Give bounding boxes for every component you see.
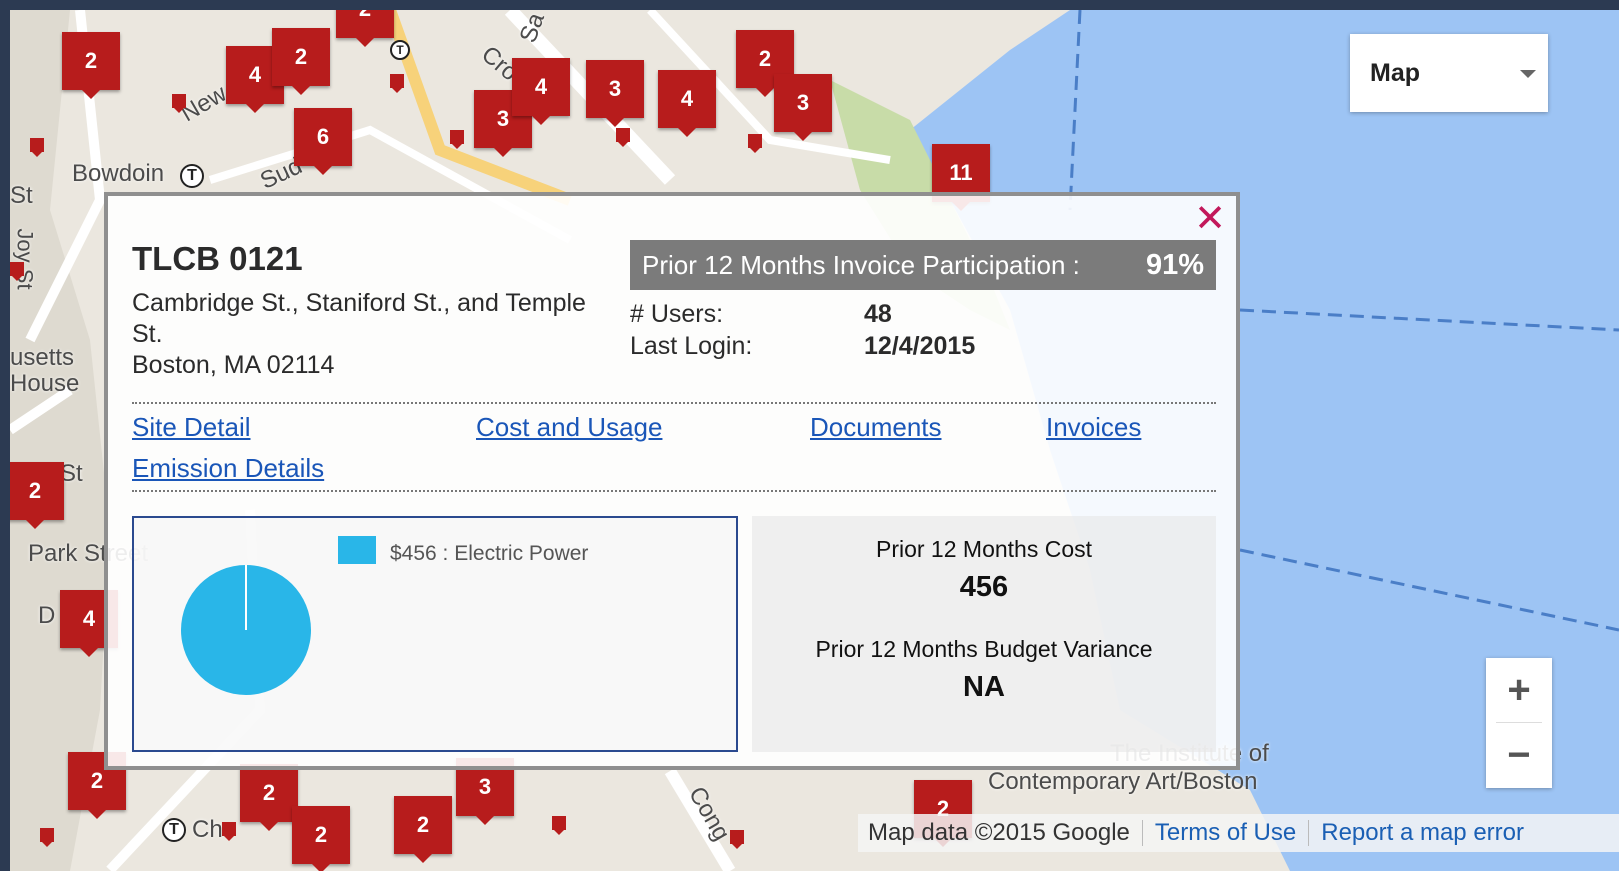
users-row: # Users: 48 xyxy=(630,300,892,329)
cost-and-usage-link[interactable]: Cost and Usage xyxy=(476,412,662,443)
map-marker-small[interactable] xyxy=(748,134,762,153)
transit-icon: T xyxy=(390,40,410,60)
map-marker-small[interactable] xyxy=(40,828,54,847)
map-type-label: Map xyxy=(1370,58,1420,87)
site-info-window: ✕ TLCB 0121 Cambridge St., Staniford St.… xyxy=(104,192,1240,770)
budget-variance-label: Prior 12 Months Budget Variance xyxy=(815,636,1153,662)
map-attribution: Map data ©2015 Google Terms of Use Repor… xyxy=(858,814,1619,852)
site-address: Cambridge St., Staniford St., and Temple… xyxy=(132,288,614,381)
cost-value: 456 xyxy=(959,571,1009,603)
map-marker[interactable]: 2 xyxy=(62,32,120,99)
map-marker-small[interactable] xyxy=(172,94,186,113)
map-marker-small[interactable] xyxy=(390,74,404,93)
map-marker[interactable]: 2 xyxy=(272,28,330,95)
close-icon[interactable]: ✕ xyxy=(1194,200,1226,238)
map-marker[interactable]: 3 xyxy=(586,60,644,127)
zoom-out-button[interactable]: − xyxy=(1486,723,1552,787)
map-label-ch: Ch xyxy=(192,816,223,843)
map-label-st: St xyxy=(10,182,33,209)
map-marker[interactable]: 6 xyxy=(294,108,352,175)
divider xyxy=(132,490,1216,492)
map-marker[interactable]: 3 xyxy=(774,74,832,141)
documents-link[interactable]: Documents xyxy=(810,412,942,443)
attribution-text: Map data ©2015 Google xyxy=(868,819,1130,846)
map-label-bowdoin: Bowdoin xyxy=(72,160,165,187)
legend-label: $456 : Electric Power xyxy=(390,542,589,565)
invoices-link[interactable]: Invoices xyxy=(1046,412,1141,443)
map-marker[interactable]: 4 xyxy=(512,58,570,125)
map-marker[interactable]: 2 xyxy=(240,764,298,831)
zoom-control: + − xyxy=(1486,658,1552,788)
last-login-row: Last Login: 12/4/2015 xyxy=(630,332,975,361)
site-detail-link[interactable]: Site Detail xyxy=(132,412,251,443)
attribution-divider xyxy=(1141,820,1143,846)
map-marker[interactable]: 2 xyxy=(10,462,64,529)
users-value: 48 xyxy=(864,300,892,328)
emission-details-link[interactable]: Emission Details xyxy=(132,453,324,484)
budget-variance-value: NA xyxy=(963,671,1005,703)
map-marker[interactable]: 2 xyxy=(336,10,394,47)
map-viewport[interactable]: Bowdoin T St Joy St usetts House St Park… xyxy=(10,10,1619,871)
map-label-usetts: usetts xyxy=(10,344,75,371)
map-marker-small[interactable] xyxy=(552,816,566,835)
map-marker-small[interactable] xyxy=(616,128,630,147)
legend-swatch xyxy=(338,536,376,564)
report-map-error-link[interactable]: Report a map error xyxy=(1321,819,1524,847)
chevron-down-icon xyxy=(1520,70,1536,78)
zoom-in-button[interactable]: + xyxy=(1486,658,1552,722)
address-line-2: Boston, MA 02114 xyxy=(132,351,335,379)
map-label-ica-2: Contemporary Art/Boston xyxy=(988,768,1258,795)
map-marker-small[interactable] xyxy=(730,830,744,849)
cost-pie-chart: $456 : Electric Power xyxy=(132,516,738,752)
site-name: TLCB 0121 xyxy=(132,240,303,277)
map-label-d: D xyxy=(38,602,56,629)
address-line-1: Cambridge St., Staniford St., and Temple… xyxy=(132,289,586,348)
map-marker[interactable]: 4 xyxy=(658,70,716,137)
transit-icon: T xyxy=(162,818,186,842)
participation-value: 91% xyxy=(1145,248,1204,281)
participation-label: Prior 12 Months Invoice Participation : xyxy=(642,249,1080,280)
map-marker[interactable]: 2 xyxy=(292,806,350,871)
map-marker-small[interactable] xyxy=(10,262,24,281)
last-login-label: Last Login: xyxy=(630,332,753,360)
invoice-participation-bar: Prior 12 Months Invoice Participation : … xyxy=(630,240,1216,290)
attribution-divider xyxy=(1308,820,1310,846)
map-marker-small[interactable] xyxy=(30,138,44,157)
cost-label: Prior 12 Months Cost xyxy=(875,536,1093,562)
transit-icon: T xyxy=(180,164,204,188)
map-label-house: House xyxy=(10,370,80,397)
divider xyxy=(132,402,1216,404)
users-label: # Users: xyxy=(630,300,724,328)
map-type-select[interactable]: Map xyxy=(1350,34,1548,112)
last-login-value: 12/4/2015 xyxy=(864,332,976,360)
cost-metrics-panel: Prior 12 Months Cost 456 Prior 12 Months… xyxy=(752,516,1216,752)
terms-of-use-link[interactable]: Terms of Use xyxy=(1155,819,1296,847)
map-marker-small[interactable] xyxy=(450,130,464,149)
map-marker-small[interactable] xyxy=(222,822,236,841)
map-marker[interactable]: 2 xyxy=(394,796,452,863)
